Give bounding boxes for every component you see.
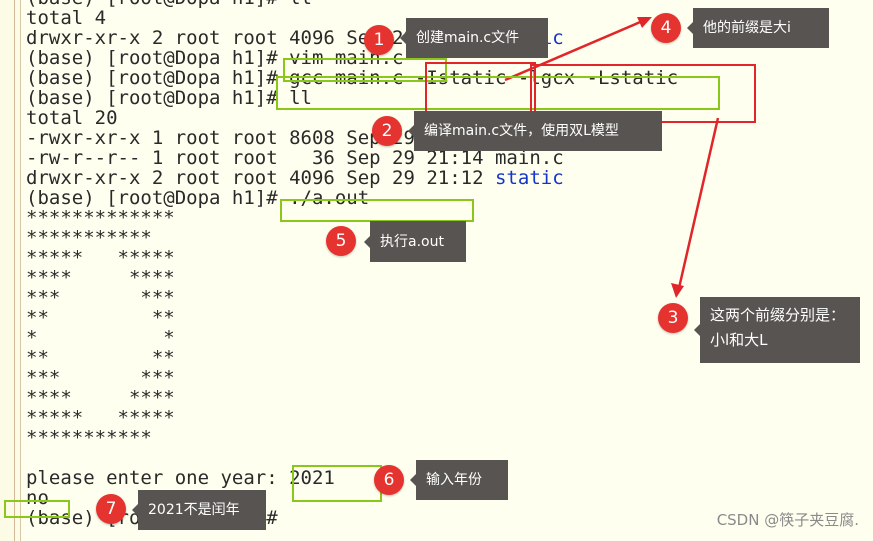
badge-7: 7 bbox=[96, 494, 126, 524]
tooltip-1: 创建main.c文件 bbox=[400, 18, 548, 58]
watermark: CSDN @筷子夹豆腐. bbox=[716, 511, 859, 529]
badge-1: 1 bbox=[364, 25, 394, 55]
highlight-year-input bbox=[292, 465, 382, 502]
highlight-include-flag bbox=[425, 62, 536, 118]
tooltip-7-text: 2021不是闰年 bbox=[148, 502, 240, 518]
highlight-run-command bbox=[280, 199, 474, 222]
badge-6: 6 bbox=[374, 465, 404, 495]
badge-4: 4 bbox=[651, 13, 681, 43]
tooltip-4: 他的前缀是大i bbox=[687, 8, 829, 48]
tooltip-5: 执行a.out bbox=[364, 221, 466, 262]
badge-5: 5 bbox=[326, 226, 356, 256]
tooltip-3: 这两个前缀分别是： 小l和大L bbox=[694, 297, 860, 363]
badge-3: 3 bbox=[658, 303, 688, 333]
tooltip-3-line-1: 这两个前缀分别是： bbox=[710, 306, 846, 324]
tooltip-2-text: 编译main.c文件，使用双L模型 bbox=[424, 123, 619, 139]
tooltip-5-text: 执行a.out bbox=[380, 233, 444, 250]
badge-2: 2 bbox=[372, 116, 402, 146]
tooltip-7: 2021不是闰年 bbox=[132, 490, 266, 530]
tooltip-6: 输入年份 bbox=[410, 460, 508, 500]
highlight-output-no bbox=[4, 500, 70, 518]
arrow-3-head bbox=[671, 283, 684, 298]
tooltip-3-line-2: 小l和大L bbox=[710, 331, 768, 349]
tooltip-4-text: 他的前缀是大i bbox=[703, 20, 791, 36]
tooltip-2: 编译main.c文件，使用双L模型 bbox=[408, 111, 662, 151]
tooltip-1-text: 创建main.c文件 bbox=[416, 30, 520, 46]
arrow-3-line bbox=[677, 117, 720, 289]
tooltip-6-text: 输入年份 bbox=[426, 472, 482, 488]
